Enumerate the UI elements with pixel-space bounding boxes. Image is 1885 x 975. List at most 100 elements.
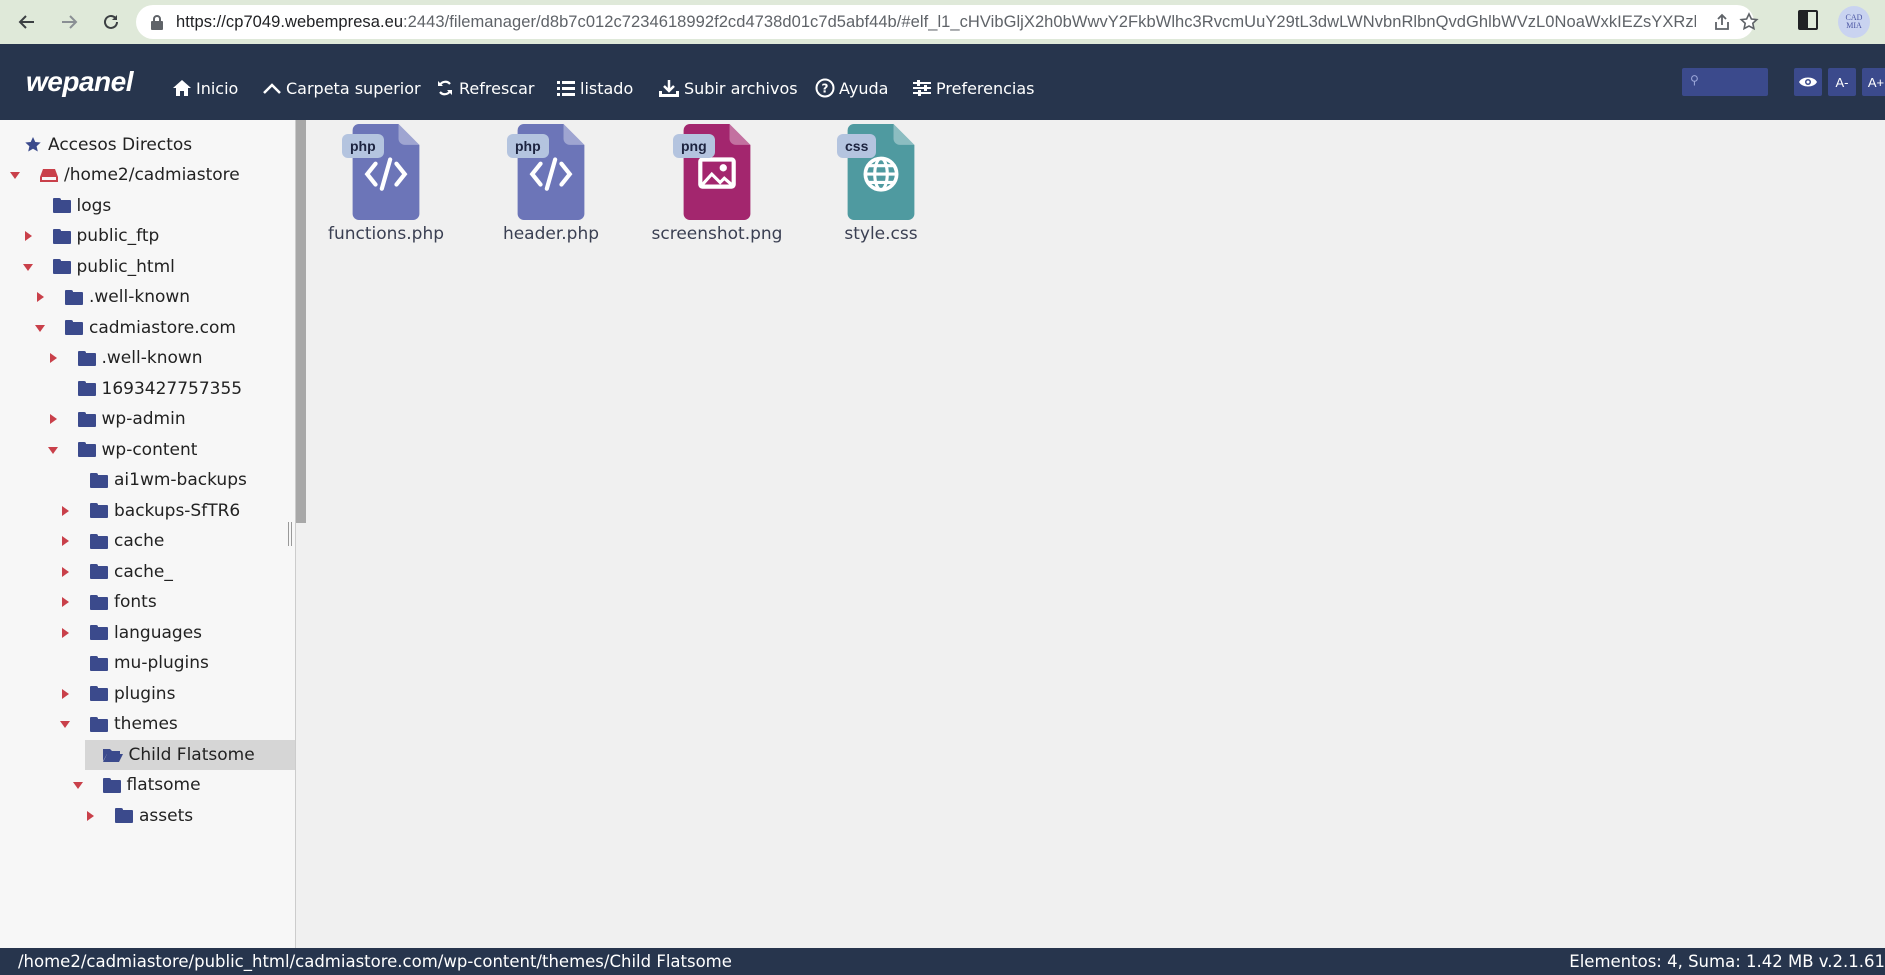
tree-node[interactable]: wp-admin bbox=[49, 404, 186, 434]
tree-node[interactable]: Child Flatsome bbox=[84, 739, 295, 770]
arrow-right-icon bbox=[62, 15, 78, 29]
filemanager-toolbar: wepanel Inicio Carpeta superior Refresca… bbox=[0, 44, 1885, 120]
reload-button[interactable] bbox=[96, 7, 126, 37]
caret-right-icon[interactable] bbox=[62, 536, 69, 546]
view-toggle-button[interactable] bbox=[1794, 68, 1822, 96]
tree-scroll-thumb[interactable] bbox=[296, 120, 306, 523]
help-button[interactable]: ? Ayuda bbox=[815, 76, 888, 100]
folder-icon bbox=[77, 350, 96, 366]
search-input[interactable]: ⚲ bbox=[1682, 68, 1768, 96]
file-name: header.php bbox=[502, 224, 600, 244]
caret-down-icon[interactable] bbox=[35, 324, 45, 332]
tree-node-label: cache bbox=[114, 531, 165, 551]
home-button[interactable]: Inicio bbox=[172, 76, 238, 100]
tree-node-label: plugins bbox=[114, 683, 176, 704]
caret-right-icon[interactable] bbox=[62, 505, 69, 516]
folder-icon bbox=[90, 533, 108, 549]
caret-down-icon[interactable] bbox=[22, 263, 33, 271]
font-larger-button[interactable]: A+ bbox=[1862, 68, 1885, 96]
file-name: screenshot.png bbox=[651, 224, 783, 244]
tree-node[interactable]: wp-content bbox=[47, 435, 197, 465]
folder-icon bbox=[52, 198, 71, 213]
file-item[interactable]: php header.php bbox=[481, 124, 621, 254]
tree-node[interactable]: flatsome bbox=[72, 770, 201, 800]
url-text: https://cp7049.webempresa.eu:2443/filema… bbox=[176, 13, 1696, 32]
caret-right-icon[interactable] bbox=[49, 414, 57, 424]
tree-node-label: ai1wm-backups bbox=[114, 470, 247, 490]
folder-icon bbox=[90, 594, 108, 610]
browser-toolbar: https://cp7049.webempresa.eu:2443/filema… bbox=[0, 0, 1885, 44]
favorites-label: Accesos Directos bbox=[48, 135, 193, 155]
caret-right-icon[interactable] bbox=[62, 627, 69, 638]
file-type-badge: css bbox=[837, 134, 877, 158]
reload-files-button[interactable]: Refrescar bbox=[435, 76, 534, 100]
tree-node[interactable]: cache_ bbox=[62, 557, 173, 587]
tree-node[interactable]: public_html bbox=[22, 252, 175, 282]
file-name: functions.php bbox=[327, 224, 445, 244]
tree-node[interactable]: languages bbox=[62, 618, 203, 648]
tree-node-label: themes bbox=[114, 714, 178, 734]
tree-node[interactable]: assets bbox=[87, 801, 193, 831]
tree-node[interactable]: themes bbox=[60, 709, 178, 739]
file-item[interactable]: php functions.php bbox=[316, 124, 456, 254]
caret-right-icon[interactable] bbox=[62, 688, 69, 699]
tree-node[interactable]: fonts bbox=[62, 587, 157, 617]
upload-icon bbox=[659, 80, 679, 97]
caret-right-icon[interactable] bbox=[24, 231, 32, 241]
tree-node[interactable]: public_ftp bbox=[24, 221, 159, 251]
caret-down-icon[interactable] bbox=[47, 446, 58, 454]
folder-icon bbox=[90, 716, 108, 732]
favorites-node[interactable]: Accesos Directos bbox=[24, 130, 192, 160]
caret-right-icon[interactable] bbox=[62, 566, 69, 577]
folder-icon bbox=[90, 503, 108, 518]
tree-node-label: languages bbox=[114, 622, 203, 643]
caret-right-icon[interactable] bbox=[87, 810, 94, 821]
tree-node[interactable]: backups-SfTR6 bbox=[62, 496, 240, 526]
tree-node-label: flatsome bbox=[126, 775, 201, 795]
caret-down-icon[interactable] bbox=[10, 172, 20, 179]
file-grid[interactable]: php functions.php php header.php png screensh… bbox=[306, 120, 1885, 948]
sliders-icon bbox=[913, 80, 931, 96]
star-icon[interactable] bbox=[1739, 12, 1759, 32]
caret-right-icon[interactable] bbox=[37, 292, 44, 302]
file-name: style.css bbox=[844, 224, 918, 244]
folder-icon bbox=[90, 472, 108, 488]
tree-node[interactable]: ai1wm-backups bbox=[90, 465, 247, 495]
side-panel-icon[interactable] bbox=[1798, 10, 1818, 30]
parent-folder-button[interactable]: Carpeta superior bbox=[262, 76, 421, 100]
file-item[interactable]: png screenshot.png bbox=[647, 124, 787, 254]
profile-avatar[interactable]: CAD MIA bbox=[1838, 6, 1870, 38]
caret-down-icon[interactable] bbox=[60, 721, 70, 728]
caret-right-icon[interactable] bbox=[62, 597, 69, 607]
folder-icon bbox=[52, 228, 71, 244]
caret-right-icon[interactable] bbox=[49, 353, 57, 363]
tree-node-label: /home2/cadmiastore bbox=[64, 165, 240, 185]
url-host: https://cp7049.webempresa.eu bbox=[176, 12, 404, 31]
wepanel-logo: wepanel bbox=[26, 66, 133, 97]
sidebar-resize-handle[interactable] bbox=[288, 522, 292, 546]
share-icon[interactable] bbox=[1713, 13, 1731, 31]
tree-node[interactable]: cache bbox=[62, 526, 165, 556]
tree-node[interactable]: plugins bbox=[62, 679, 176, 709]
back-button[interactable] bbox=[12, 7, 42, 37]
tree-node[interactable]: cadmiastore.com bbox=[35, 313, 236, 343]
caret-down-icon[interactable] bbox=[72, 782, 83, 789]
font-smaller-button[interactable]: A- bbox=[1828, 68, 1856, 96]
tree-node[interactable]: 1693427757355 bbox=[77, 374, 242, 404]
tree-node[interactable]: .well-known bbox=[49, 343, 203, 373]
tree-node[interactable]: /home2/cadmiastore bbox=[10, 160, 240, 190]
list-view-button[interactable]: listado bbox=[556, 76, 633, 100]
tree-node-label: logs bbox=[76, 195, 112, 216]
upload-label: Subir archivos bbox=[684, 78, 798, 98]
file-item[interactable]: css style.css bbox=[811, 124, 951, 254]
home-icon bbox=[173, 80, 191, 96]
tree-node[interactable]: logs bbox=[52, 191, 112, 221]
tree-node[interactable]: mu-plugins bbox=[90, 648, 209, 678]
address-bar[interactable]: https://cp7049.webempresa.eu:2443/filema… bbox=[136, 5, 1759, 39]
folder-icon bbox=[90, 564, 108, 579]
refresh-icon bbox=[438, 80, 452, 96]
tree-node[interactable]: .well-known bbox=[37, 282, 190, 312]
forward-button[interactable] bbox=[54, 7, 84, 37]
upload-button[interactable]: Subir archivos bbox=[658, 76, 798, 100]
preferences-button[interactable]: Preferencias bbox=[912, 76, 1035, 100]
